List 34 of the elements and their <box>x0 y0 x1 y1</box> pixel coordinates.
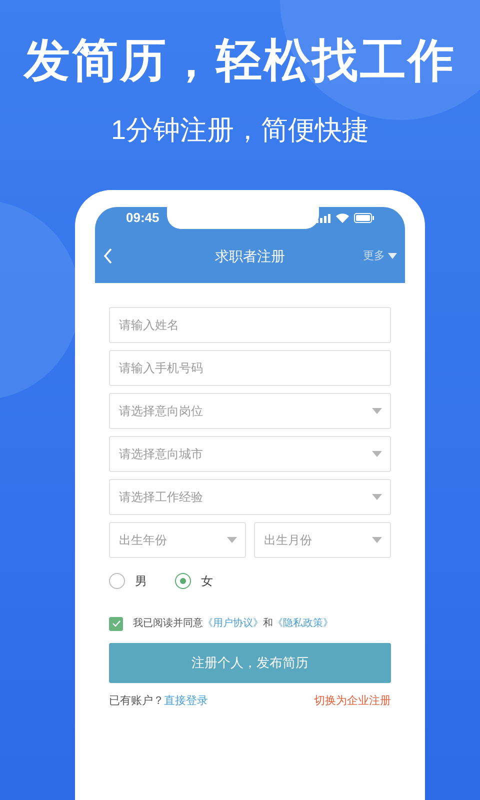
caret-icon <box>372 537 382 543</box>
check-icon <box>112 620 120 627</box>
battery-icon <box>354 213 374 223</box>
caret-icon <box>227 537 237 543</box>
select-field[interactable]: 请选择工作经验 <box>109 479 391 515</box>
back-icon[interactable] <box>103 248 113 264</box>
agreement-text: 我已阅读并同意 <box>133 618 203 629</box>
select-field[interactable]: 出生年份 <box>109 522 246 558</box>
register-button[interactable]: 注册个人，发布简历 <box>109 643 391 683</box>
status-time: 09:45 <box>126 209 160 228</box>
account-prompt: 已有账户？ <box>109 694 164 709</box>
wifi-icon <box>336 213 349 223</box>
subtitle: 1分钟注册，简便快捷 <box>110 114 370 147</box>
conjunction-text: 和 <box>263 618 273 629</box>
gender-radio[interactable]: 男 <box>109 572 147 590</box>
agreement-checkbox[interactable] <box>109 616 123 630</box>
select-field[interactable]: 请选择意向城市 <box>109 436 391 472</box>
select-field[interactable]: 请选择意向岗位 <box>109 393 391 429</box>
caret-icon <box>388 253 397 259</box>
more-menu[interactable]: 更多 <box>363 248 397 264</box>
signal-icon <box>316 214 331 222</box>
caret-icon <box>372 494 382 500</box>
input-field[interactable]: 请输入手机号码 <box>109 350 391 386</box>
input-field[interactable]: 请输入姓名 <box>109 307 391 343</box>
user-agreement-link[interactable]: 《用户协议》 <box>203 618 263 629</box>
caret-icon <box>372 408 382 414</box>
page-title: 求职者注册 <box>215 246 285 266</box>
privacy-policy-link[interactable]: 《隐私政策》 <box>273 618 333 629</box>
caret-icon <box>372 451 382 457</box>
headline: 发简历，轻松找工作 <box>24 33 456 88</box>
switch-enterprise-link[interactable]: 切换为企业注册 <box>314 693 391 710</box>
select-field[interactable]: 出生月份 <box>254 522 391 558</box>
gender-radio[interactable]: 女 <box>175 572 213 590</box>
login-link[interactable]: 直接登录 <box>164 693 208 710</box>
